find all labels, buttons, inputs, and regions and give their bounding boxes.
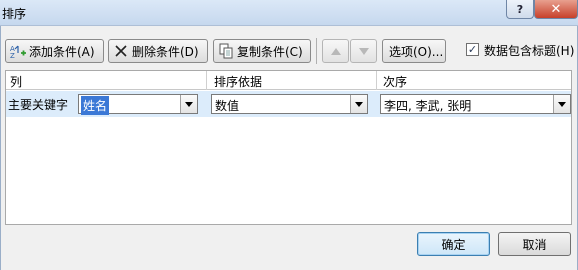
grid-header: 列 排序依据 次序 bbox=[6, 71, 571, 90]
checkmark-icon: ✓ bbox=[467, 43, 478, 56]
help-button[interactable]: ? bbox=[506, 0, 534, 19]
order-combobox[interactable]: 李四, 李武, 张明 bbox=[380, 94, 571, 114]
toolbar-separator bbox=[316, 38, 317, 64]
order-header: 次序 bbox=[383, 75, 408, 89]
ok-label: 确定 bbox=[441, 237, 466, 252]
sort-on-combobox[interactable]: 数值 bbox=[211, 94, 368, 114]
order-value: 李四, 李武, 张明 bbox=[384, 99, 472, 113]
copy-level-button[interactable]: 复制条件(C) bbox=[213, 39, 311, 63]
options-button[interactable]: 选项(O)... bbox=[382, 39, 446, 63]
sort-on-value: 数值 bbox=[215, 99, 240, 113]
copy-icon bbox=[218, 43, 234, 59]
add-level-button[interactable]: A Z 添加条件(A) bbox=[5, 39, 104, 63]
title-bar: 排序 ? ✕ bbox=[0, 0, 578, 26]
sort-levels-grid: 列 排序依据 次序 主要关键字 姓名 数值 李四, 李武, 张明 bbox=[5, 70, 572, 225]
move-up-button[interactable] bbox=[322, 39, 349, 63]
sort-level-row[interactable]: 主要关键字 姓名 数值 李四, 李武, 张明 bbox=[6, 91, 571, 117]
chevron-down-icon[interactable] bbox=[553, 95, 570, 113]
delete-level-label: 删除条件(D) bbox=[132, 44, 199, 59]
ok-button[interactable]: 确定 bbox=[417, 232, 490, 256]
column-combobox[interactable]: 姓名 bbox=[78, 94, 198, 115]
options-label: 选项(O)... bbox=[389, 44, 444, 59]
copy-level-label: 复制条件(C) bbox=[237, 44, 303, 59]
window-title: 排序 bbox=[2, 7, 27, 21]
delete-level-button[interactable]: 删除条件(D) bbox=[108, 39, 208, 63]
column-value: 姓名 bbox=[81, 96, 110, 115]
sort-dialog: 排序 ? ✕ A Z 添加条件(A) 删除条件(D) 复制条件(C) 选项(O)… bbox=[0, 0, 578, 270]
has-headers-label: 数据包含标题(H) bbox=[484, 44, 575, 58]
sort-on-header: 排序依据 bbox=[214, 75, 263, 89]
chevron-down-icon[interactable] bbox=[180, 95, 197, 113]
chevron-down-icon[interactable] bbox=[350, 95, 367, 113]
move-down-button[interactable] bbox=[350, 39, 377, 63]
add-level-icon: A Z bbox=[10, 43, 26, 59]
header-divider bbox=[376, 71, 377, 90]
header-divider bbox=[206, 71, 207, 90]
column-header: 列 bbox=[10, 75, 23, 89]
arrow-down-icon bbox=[358, 47, 369, 55]
close-button[interactable]: ✕ bbox=[534, 0, 578, 19]
arrow-up-icon bbox=[330, 47, 341, 55]
delete-x-icon bbox=[113, 43, 129, 59]
add-level-label: 添加条件(A) bbox=[29, 44, 95, 59]
svg-text:Z: Z bbox=[10, 52, 15, 59]
has-headers-checkbox[interactable]: ✓ bbox=[466, 43, 479, 56]
cancel-button[interactable]: 取消 bbox=[498, 232, 571, 256]
cancel-label: 取消 bbox=[522, 237, 547, 252]
sort-level-label: 主要关键字 bbox=[8, 98, 69, 112]
